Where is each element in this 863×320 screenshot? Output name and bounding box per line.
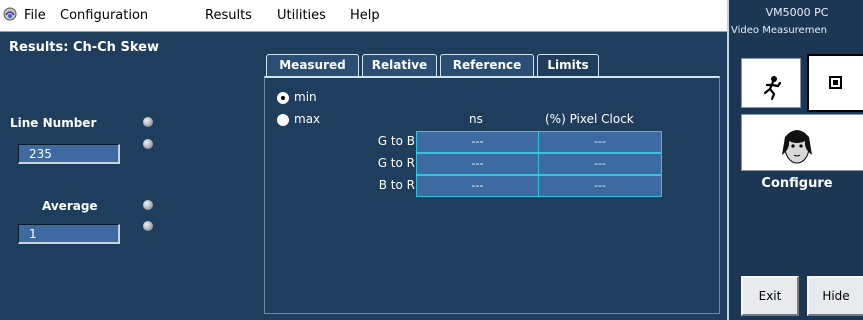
exit-button[interactable]: Exit	[741, 276, 799, 316]
menu-bar: File Configuration Results Utilities Hel…	[0, 0, 727, 32]
min-radio[interactable]	[277, 92, 289, 104]
app-subtitle: Video Measuremen	[731, 25, 827, 36]
line-number-knob-2-icon[interactable]	[143, 139, 153, 149]
min-radio-label: min	[294, 90, 317, 104]
menu-utilities[interactable]: Utilities	[277, 8, 326, 23]
table-cell: ---	[416, 131, 539, 153]
hide-button[interactable]: Hide	[807, 276, 863, 316]
average-field[interactable]: 1	[18, 224, 120, 244]
max-radio[interactable]	[277, 114, 289, 126]
column-header-ns: ns	[469, 112, 483, 126]
table-cell: ---	[538, 153, 662, 175]
face-portrait-icon	[782, 130, 812, 164]
table-cell: ---	[538, 131, 662, 153]
stop-square-icon	[829, 76, 842, 89]
row-label-g-to-r: G to R	[377, 156, 415, 170]
run-button[interactable]	[741, 58, 801, 108]
menu-configuration[interactable]: Configuration	[60, 8, 148, 23]
line-number-knob-icon[interactable]	[143, 117, 153, 127]
line-number-label: Line Number	[10, 116, 97, 130]
tab-reference[interactable]: Reference	[440, 54, 534, 76]
running-man-icon	[763, 76, 782, 101]
stop-button[interactable]	[807, 54, 863, 112]
menu-file[interactable]: File	[24, 8, 46, 23]
column-header-pixel-clock: (%) Pixel Clock	[545, 112, 634, 126]
menu-results[interactable]: Results	[205, 8, 252, 23]
configure-label: Configure	[761, 176, 833, 191]
line-number-field[interactable]: 235	[18, 144, 120, 164]
row-label-b-to-r: B to R	[378, 178, 415, 192]
right-panel: VM5000 PC Video Measuremen Configure Exi…	[727, 0, 863, 320]
left-panel: Results: Ch-Ch Skew Line Number 235 Aver…	[0, 32, 260, 320]
app-icon	[3, 7, 17, 21]
average-knob-icon[interactable]	[143, 200, 153, 210]
menu-help[interactable]: Help	[350, 8, 380, 23]
table-cell: ---	[416, 175, 539, 197]
configure-button[interactable]	[741, 114, 863, 171]
table-cell: ---	[416, 153, 539, 175]
page-title: Results: Ch-Ch Skew	[9, 40, 159, 55]
table-cell: ---	[538, 175, 662, 197]
max-radio-label: max	[294, 112, 321, 126]
app-title: VM5000 PC	[765, 6, 829, 19]
tab-relative[interactable]: Relative	[362, 54, 437, 76]
row-label-g-to-b: G to B	[377, 134, 415, 148]
tab-measured[interactable]: Measured	[266, 54, 359, 76]
average-knob-2-icon[interactable]	[143, 221, 153, 231]
tab-limits[interactable]: Limits	[537, 54, 599, 77]
results-content-panel: min max ns (%) Pixel Clock G to B --- --…	[264, 76, 720, 314]
average-label: Average	[42, 199, 98, 213]
